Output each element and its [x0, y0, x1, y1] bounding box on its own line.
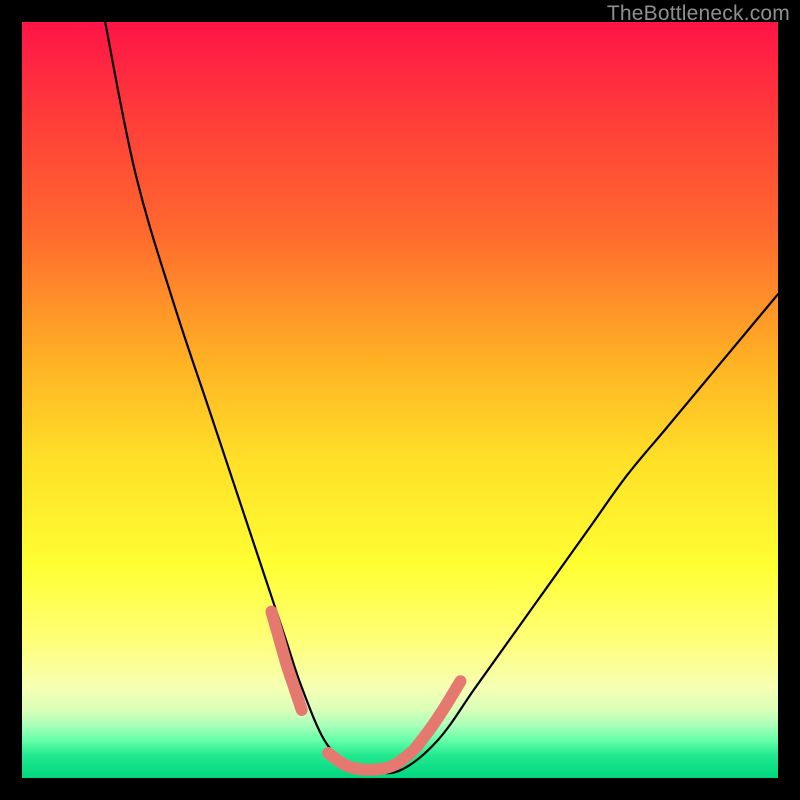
highlight-arc-segment: [328, 752, 411, 769]
curve-layer: [22, 22, 778, 778]
plot-area: [22, 22, 778, 778]
chart-frame: TheBottleneck.com: [0, 0, 800, 800]
bottleneck-curve: [105, 22, 778, 773]
highlight-arc-segment: [271, 612, 301, 710]
highlight-arc-segment: [415, 681, 460, 748]
